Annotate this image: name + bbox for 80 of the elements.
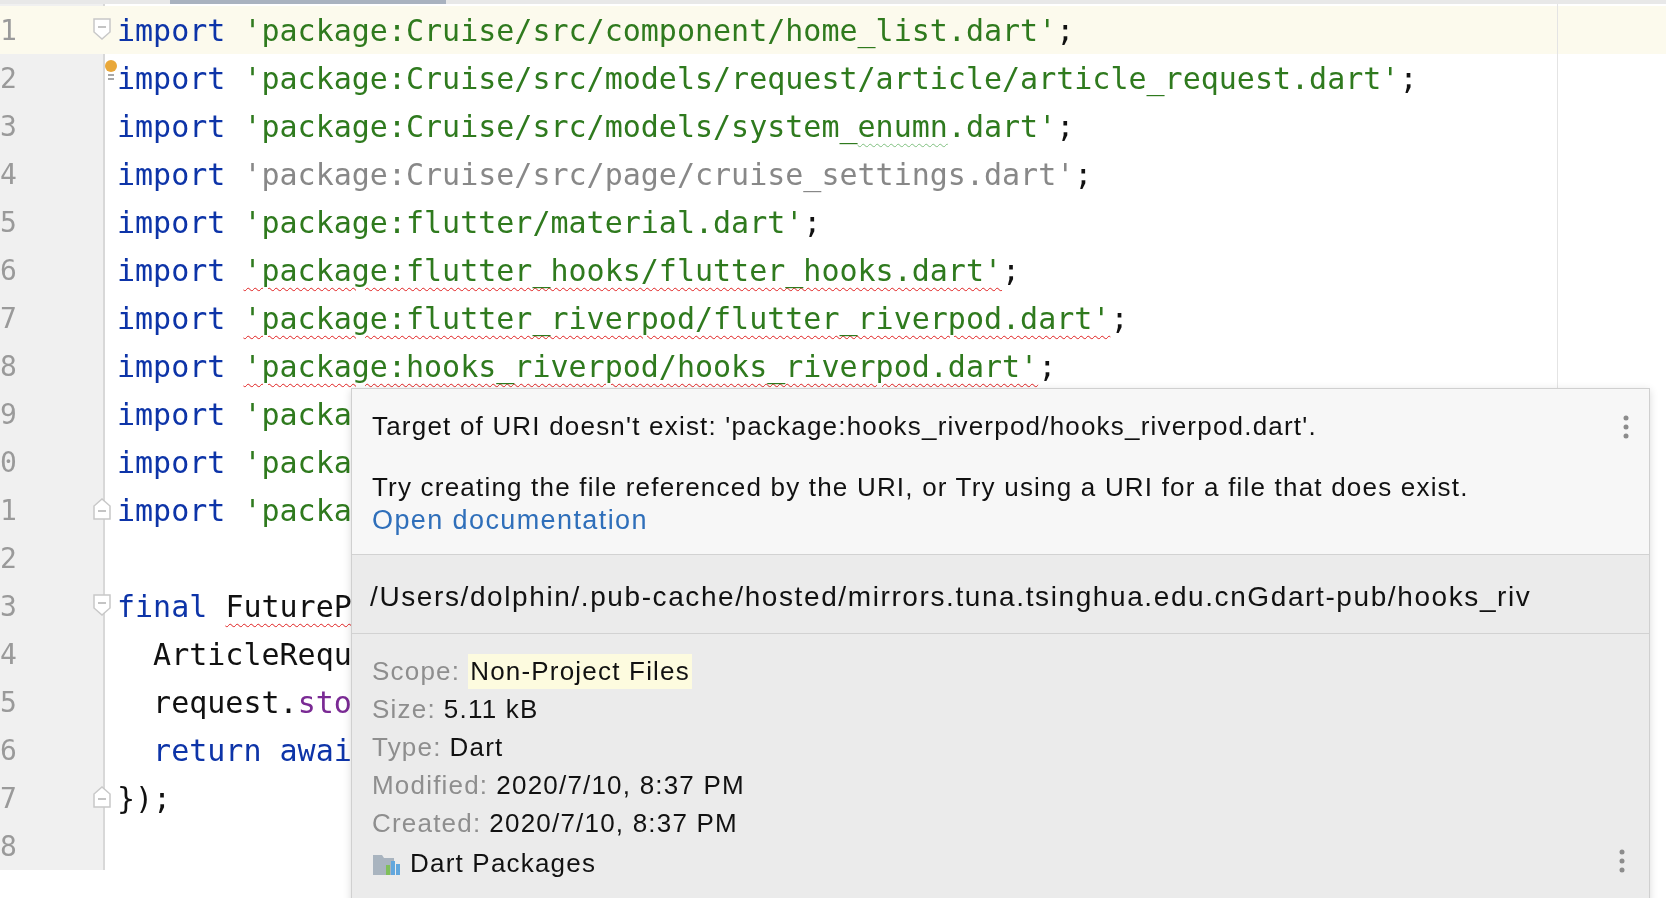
- code-token: 'package:Cruise/src/component/home_list.dart': [243, 12, 1057, 48]
- scrollbar-thumb[interactable]: [170, 0, 446, 4]
- fold-icon[interactable]: [93, 786, 111, 808]
- code-token: 'package:flutter_hooks/flutter_hooks.dart': [243, 252, 1003, 288]
- code-token: ;: [1056, 108, 1075, 144]
- line-number: 6: [0, 733, 17, 767]
- code-token: 'package:hooks_riverpod/hooks_riverpod.dart': [243, 348, 1039, 384]
- code-token: enumn: [857, 108, 948, 144]
- line-number: 2: [0, 541, 17, 575]
- code-token: 'package:flutter/material.dart': [243, 204, 804, 240]
- line-number: 5: [0, 205, 17, 239]
- fold-icon[interactable]: [93, 498, 111, 520]
- code-token: 'packa: [243, 444, 352, 480]
- line-number: 6: [0, 253, 17, 287]
- lightbulb-icon[interactable]: [105, 58, 117, 81]
- code-token: });: [117, 780, 172, 816]
- code-token: .dart': [947, 108, 1057, 144]
- line-number: 8: [0, 829, 17, 863]
- code-token: import: [117, 108, 227, 144]
- line-number: 1: [0, 493, 17, 527]
- info-label: Created:: [372, 807, 482, 839]
- code-token: ArticleRequ: [152, 636, 352, 672]
- code-token: import: [117, 60, 227, 96]
- info-label: Size:: [372, 693, 436, 725]
- fold-icon[interactable]: [93, 18, 111, 40]
- library-name: Dart Packages: [410, 848, 597, 879]
- code-token: import: [117, 300, 227, 336]
- code-token: sto: [297, 684, 352, 720]
- code-token: 'package:flutter_riverpod/flutter_riverpod.dart': [243, 300, 1111, 336]
- fold-icon[interactable]: [93, 594, 111, 616]
- line-number: 7: [0, 301, 17, 335]
- error-message: Target of URI doesn't exist: 'package:hooks_riverpod/hooks_riverpod.dart'.: [372, 411, 1317, 442]
- documentation-link[interactable]: Open documentation: [372, 505, 648, 536]
- line-number: 2: [0, 61, 17, 95]
- code-token: ;: [1002, 252, 1021, 288]
- code-token: ;: [803, 204, 822, 240]
- info-value: 2020/7/10, 8:37 PM: [489, 807, 738, 839]
- more-options-icon[interactable]: [1623, 414, 1629, 439]
- code-token: 'package:Cruise/src/models/request/article/article_request.dart': [243, 60, 1400, 96]
- code-token: import: [117, 156, 227, 192]
- code-token: final: [117, 588, 209, 624]
- info-label: Type:: [372, 731, 442, 763]
- line-number: 3: [0, 589, 17, 623]
- info-value: Dart: [449, 731, 504, 763]
- line-number: 4: [0, 637, 17, 671]
- line-number: 7: [0, 781, 17, 815]
- code-token: 'package:Cruise/src/models/system_: [243, 108, 858, 144]
- code-token: import: [117, 444, 227, 480]
- code-token: import: [117, 12, 227, 48]
- code-token: ;: [1056, 12, 1075, 48]
- line-number: 1: [0, 13, 17, 47]
- info-label: Modified:: [372, 769, 489, 801]
- file-path: /Users/dolphin/.pub-cache/hosted/mirrors.tuna.tsinghua.edu.cnGdart-pub/hooks_riv: [352, 555, 1649, 634]
- info-value: 2020/7/10, 8:37 PM: [496, 769, 745, 801]
- line-number: 5: [0, 685, 17, 719]
- line-number: 9: [0, 397, 17, 431]
- line-number: 8: [0, 349, 17, 383]
- code-token: request.: [152, 684, 298, 720]
- code-token: FutureP: [225, 588, 352, 624]
- code-token: ;: [1038, 348, 1057, 384]
- line-number: 0: [0, 445, 17, 479]
- code-token: import: [117, 492, 227, 528]
- more-options-icon[interactable]: [1619, 849, 1625, 873]
- code-token: import: [117, 252, 227, 288]
- code-token: return awai: [152, 732, 352, 768]
- info-value: Non-Project Files: [468, 653, 692, 689]
- line-number: 3: [0, 109, 17, 143]
- line-number: 4: [0, 157, 17, 191]
- code-token: import: [117, 204, 227, 240]
- code-token: import: [117, 348, 227, 384]
- info-label: Scope:: [372, 655, 461, 687]
- code-token: 'package:Cruise/src/page/cruise_settings.dart': [243, 156, 1075, 192]
- info-value: 5.11 kB: [443, 693, 539, 725]
- hint-text: Try creating the file referenced by the URI, or Try using a URI for a file that does exist.: [372, 472, 1470, 503]
- code-token: ;: [1074, 156, 1093, 192]
- code-token: import: [117, 396, 227, 432]
- code-token: ;: [1110, 300, 1129, 336]
- code-token: ;: [1399, 60, 1418, 96]
- code-token: 'packa: [243, 396, 352, 432]
- code-token: 'packa: [243, 492, 352, 528]
